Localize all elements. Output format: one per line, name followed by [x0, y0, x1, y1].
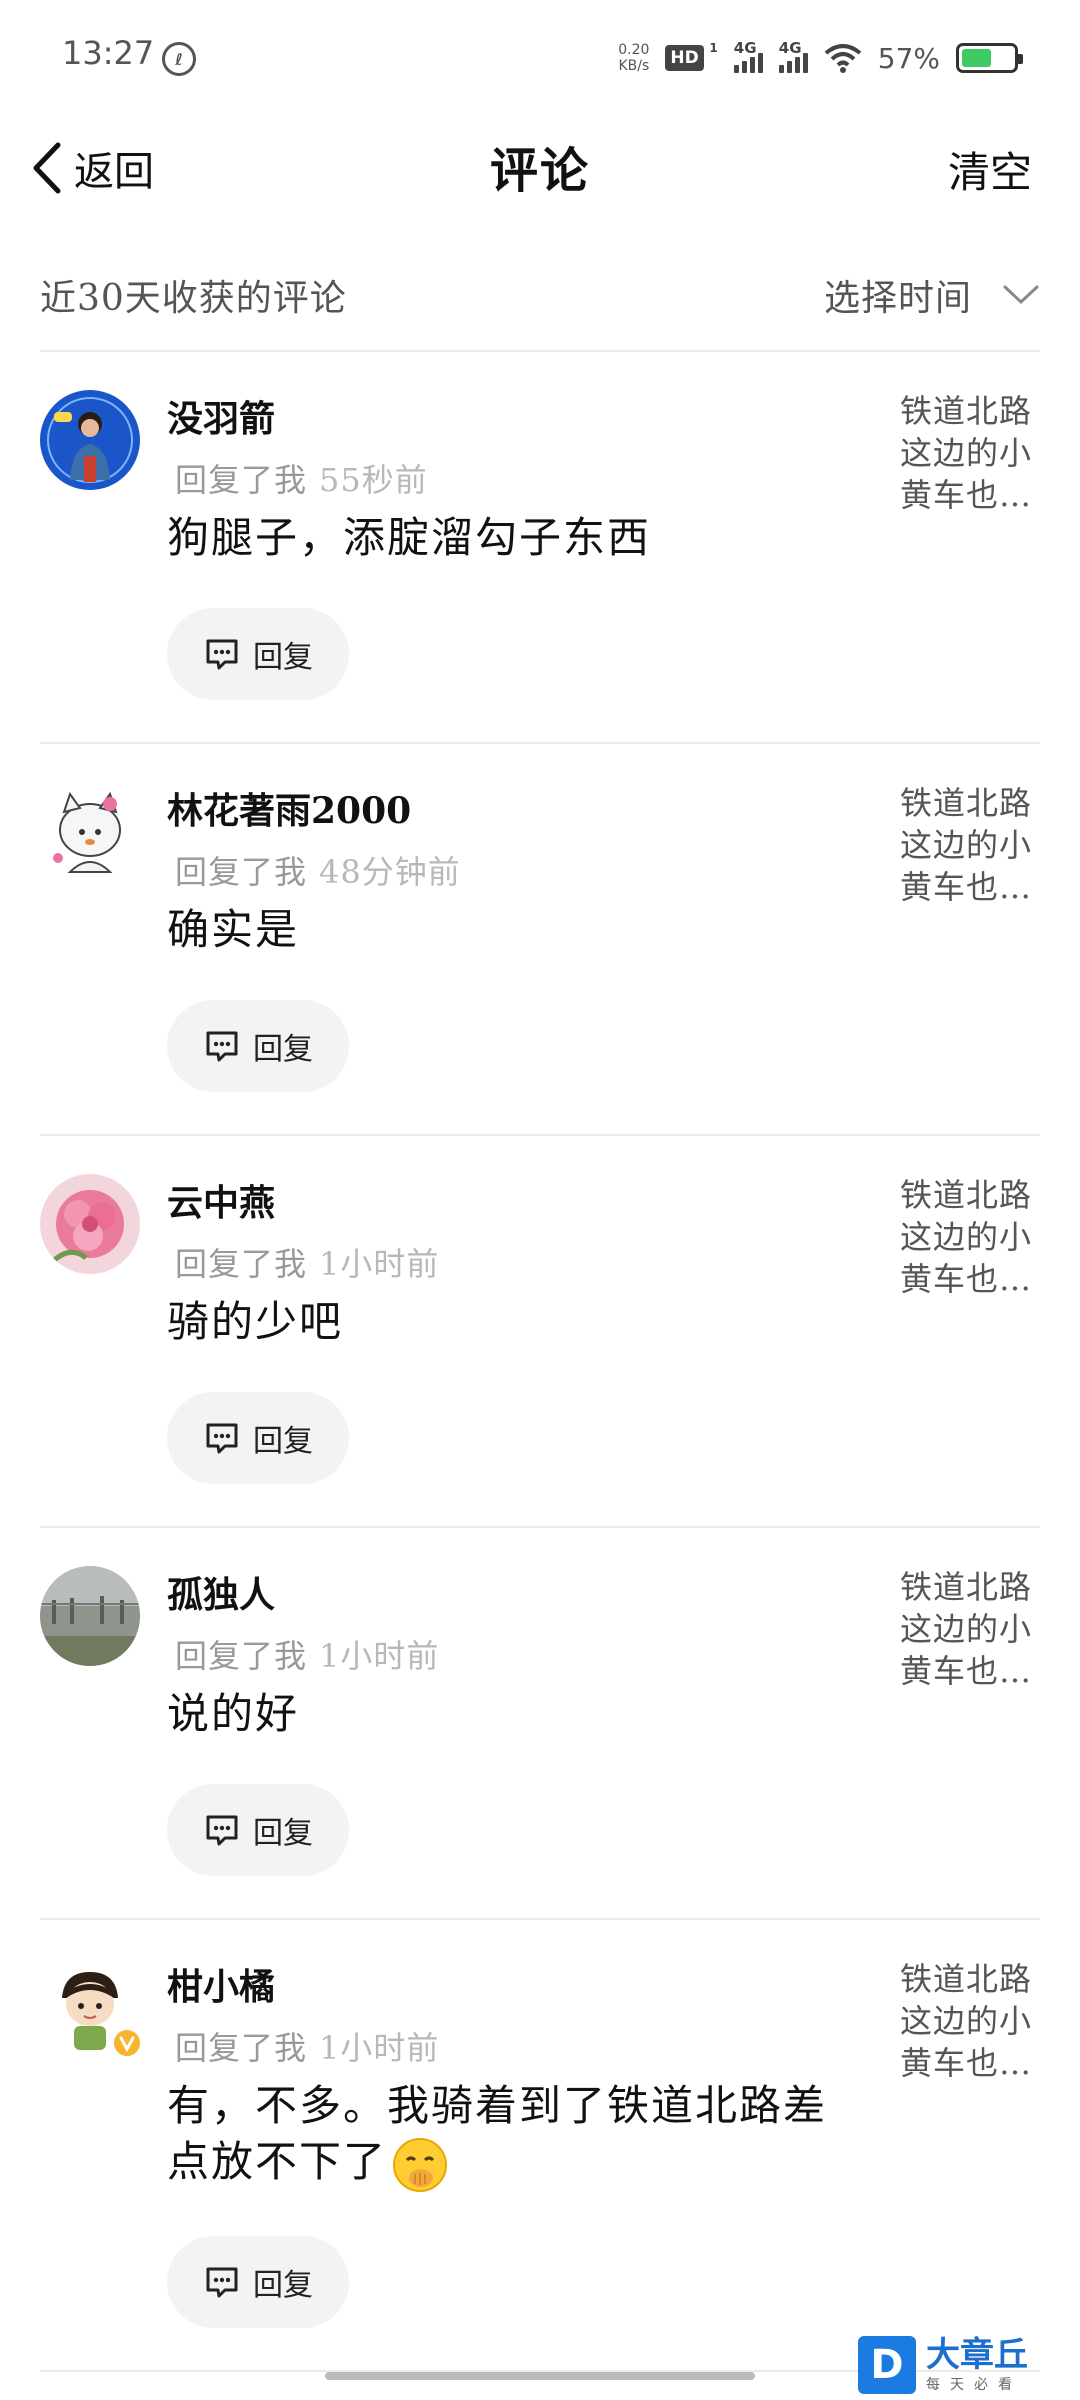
watermark-title: 大章丘	[926, 2335, 1028, 2375]
hd-sub: 1	[709, 41, 718, 55]
avatar[interactable]	[40, 1566, 140, 1666]
comment-item: 林花著雨2000 回复了我 48分钟前 确实是 回复 铁道北路这边的小黄车也…	[40, 744, 1040, 1134]
comment-meta: 回复了我 1小时前	[175, 1239, 439, 1285]
comment-time: 55秒前	[319, 461, 428, 499]
reply-button[interactable]: 回复	[167, 1392, 349, 1484]
reply-button[interactable]: 回复	[167, 608, 349, 700]
referenced-post-text[interactable]: 铁道北路这边的小黄车也…	[900, 782, 1040, 908]
home-indicator[interactable]	[325, 2372, 755, 2380]
reply-button[interactable]: 回复	[167, 1000, 349, 1092]
shushing-face-emoji-icon	[393, 2138, 448, 2192]
avatar[interactable]	[40, 390, 140, 490]
watermark-text: 大章丘 每天必看	[926, 2336, 1028, 2394]
time-select[interactable]: 选择时间	[824, 269, 1040, 321]
filter-row: 近30天收获的评论 选择时间	[40, 250, 1040, 340]
meta-prefix: 回复了我	[175, 461, 308, 499]
comment-text: 骑的少吧	[167, 1297, 344, 1346]
hd-voice-icon: HD 1	[665, 41, 718, 71]
status-time: 13:27	[62, 34, 155, 72]
comment-time: 48分钟前	[319, 853, 461, 891]
referenced-post-text[interactable]: 铁道北路这边的小黄车也…	[900, 1174, 1040, 1300]
network-speed: 0.20 KB/s	[618, 42, 649, 74]
username[interactable]: 孤独人	[167, 1566, 275, 1618]
reply-label: 回复	[253, 1424, 313, 1459]
comment-bubble-icon	[206, 2267, 238, 2298]
username[interactable]: 云中燕	[167, 1174, 275, 1226]
referenced-post-text[interactable]: 铁道北路这边的小黄车也…	[900, 390, 1040, 516]
comment-time: 1小时前	[319, 2029, 440, 2067]
filter-label: 近30天收获的评论	[40, 278, 347, 319]
comment-bubble-icon	[206, 639, 238, 670]
clear-button[interactable]: 清空	[948, 139, 1032, 200]
comment-time: 1小时前	[319, 1637, 440, 1675]
comment-meta: 回复了我 55秒前	[175, 455, 428, 501]
comment-item: 柑小橘 回复了我 1小时前 有，不多。我骑着到了铁道北路差点放不下了 回复 铁道北…	[40, 1920, 1040, 2370]
comment-item: 云中燕 回复了我 1小时前 骑的少吧 回复 铁道北路这边的小黄车也…	[40, 1136, 1040, 1526]
signal-icon-2: 4G	[778, 39, 808, 73]
comment-meta: 回复了我 1小时前	[175, 2023, 439, 2069]
referenced-post-text[interactable]: 铁道北路这边的小黄车也…	[900, 1958, 1040, 2084]
reply-label: 回复	[253, 2268, 313, 2303]
signal-icon-1: 4G	[733, 39, 763, 73]
reply-label: 回复	[253, 1816, 313, 1851]
reply-button[interactable]: 回复	[167, 2236, 349, 2328]
header: 返回 评论 清空	[0, 115, 1080, 220]
comment-text: 说的好	[167, 1689, 300, 1738]
page-title: 评论	[489, 143, 590, 199]
reply-label: 回复	[253, 640, 313, 675]
meta-prefix: 回复了我	[175, 1245, 308, 1283]
comment-time: 1小时前	[319, 1245, 440, 1283]
comment-bubble-icon	[206, 1815, 238, 1846]
comment-bubble-icon	[206, 1031, 238, 1062]
comment-text: 有，不多。我骑着到了铁道北路差点放不下了	[167, 2078, 857, 2194]
notification-icon: ℓ	[162, 42, 196, 76]
comment-text-body: 有，不多。我骑着到了铁道北路差点放不下了	[167, 2081, 828, 2186]
comment-meta: 回复了我 48分钟前	[175, 847, 461, 893]
meta-prefix: 回复了我	[175, 1637, 308, 1675]
comment-text: 狗腿子，添腚溜勾子东西	[167, 513, 652, 562]
watermark-subtitle: 每天必看	[926, 2377, 1022, 2393]
avatar-image	[40, 390, 140, 490]
avatar-image	[40, 1174, 140, 1274]
hd-label: HD	[670, 48, 699, 68]
wifi-icon	[824, 44, 862, 73]
comment-meta: 回复了我 1小时前	[175, 1631, 439, 1677]
avatar[interactable]	[40, 782, 140, 882]
avatar-image	[40, 782, 140, 882]
battery-fill	[962, 49, 991, 67]
comment-item: 没羽箭 回复了我 55秒前 狗腿子，添腚溜勾子东西 回复 铁道北路这边的小黄车也…	[40, 352, 1040, 742]
battery-icon	[956, 43, 1023, 73]
watermark-logo: D	[858, 2336, 916, 2394]
network-speed-unit: KB/s	[618, 58, 650, 74]
reply-button[interactable]: 回复	[167, 1784, 349, 1876]
username[interactable]: 柑小橘	[167, 1958, 275, 2010]
battery-percent: 57%	[877, 41, 940, 75]
comment-bubble-icon	[206, 1423, 238, 1454]
referenced-post-text[interactable]: 铁道北路这边的小黄车也…	[900, 1566, 1040, 1692]
comment-text: 确实是	[167, 905, 300, 954]
username[interactable]: 没羽箭	[167, 390, 275, 442]
avatar-image	[40, 1566, 140, 1666]
signal1-label: 4G	[733, 39, 757, 57]
status-icons: 0.20 KB/s HD 1 4G 4G 57%	[618, 36, 1023, 80]
watermark: D 大章丘 每天必看	[858, 2330, 1058, 2400]
status-bar: 13:27 ℓ 0.20 KB/s HD 1 4G 4G 57%	[0, 0, 1080, 115]
meta-prefix: 回复了我	[175, 853, 308, 891]
chevron-down-icon	[1003, 285, 1039, 305]
verified-badge-icon	[112, 2028, 142, 2058]
signal2-label: 4G	[778, 39, 802, 57]
meta-prefix: 回复了我	[175, 2029, 308, 2067]
comment-item: 孤独人 回复了我 1小时前 说的好 回复 铁道北路这边的小黄车也…	[40, 1528, 1040, 1918]
username[interactable]: 林花著雨2000	[167, 782, 411, 834]
reply-label: 回复	[253, 1032, 313, 1067]
avatar[interactable]	[40, 1174, 140, 1274]
time-select-label: 选择时间	[823, 278, 972, 319]
network-speed-value: 0.20	[618, 42, 650, 58]
